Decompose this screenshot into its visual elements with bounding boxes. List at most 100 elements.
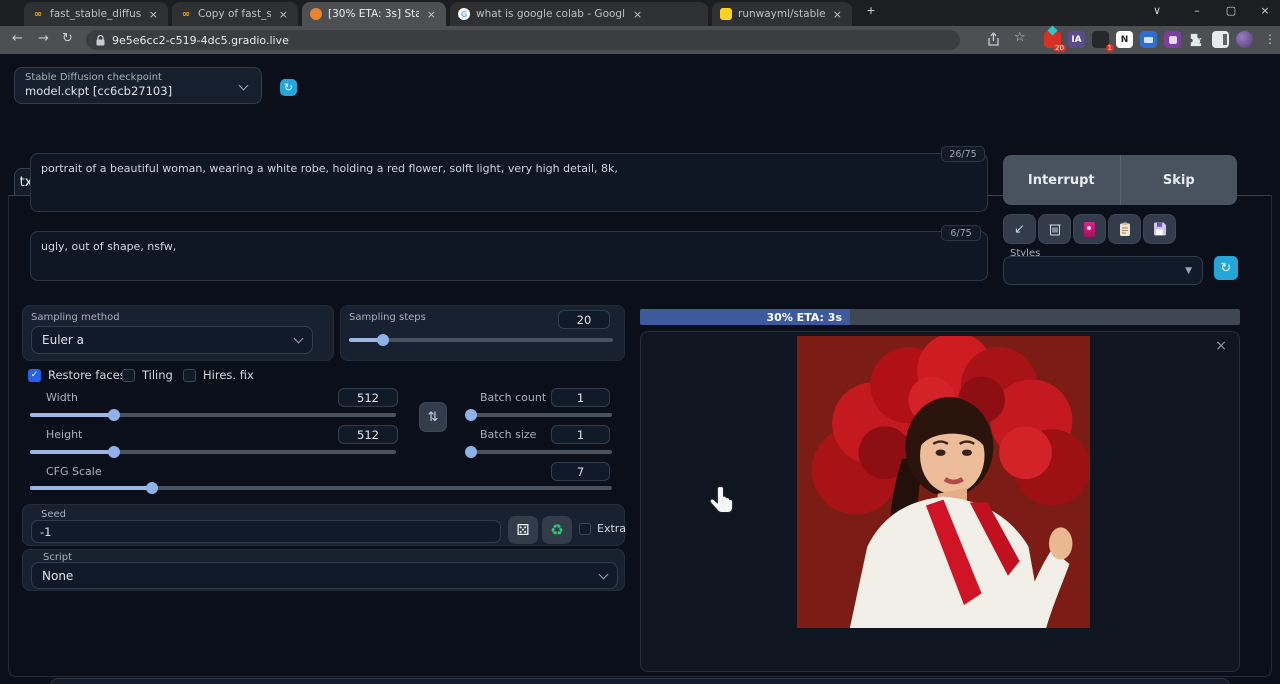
clear-prompt-button[interactable] — [1038, 214, 1071, 244]
cfg-scale-slider[interactable] — [30, 482, 612, 494]
tiling-checkbox[interactable]: Tiling — [122, 368, 173, 382]
generate-actions: Interrupt Skip — [1003, 155, 1237, 205]
seed-input[interactable]: -1 — [31, 520, 501, 543]
hires-fix-checkbox[interactable]: Hires. fix — [183, 368, 254, 382]
swap-dimensions-button[interactable]: ⇅ — [419, 402, 447, 432]
tab-close-icon[interactable]: × — [277, 8, 290, 21]
back-icon[interactable]: ← — [12, 31, 23, 46]
script-dropdown[interactable]: None — [31, 562, 618, 589]
extension-glyph: N — [1120, 34, 1129, 45]
reload-icon[interactable]: ↻ — [62, 31, 73, 46]
sampling-method-label: Sampling method — [31, 312, 120, 323]
generated-image[interactable] — [797, 336, 1090, 628]
window-close-button[interactable]: × — [1256, 4, 1274, 17]
profile-avatar[interactable] — [1236, 31, 1253, 48]
slider-thumb[interactable] — [146, 482, 159, 494]
trash-icon — [1049, 224, 1060, 236]
window-maximize-button[interactable]: ▢ — [1222, 4, 1240, 17]
share-icon[interactable] — [986, 32, 1001, 47]
slider-thumb[interactable] — [465, 446, 477, 458]
extension-badge: 1 — [1105, 44, 1114, 52]
window-minimize-button[interactable]: – — [1188, 4, 1206, 17]
url-text: 9e5e6cc2-c519-4dc5.gradio.live — [112, 33, 289, 47]
slider-thumb[interactable] — [108, 446, 121, 458]
seed-value: -1 — [40, 524, 52, 539]
cfg-scale-value[interactable]: 7 — [551, 462, 610, 481]
apply-styles-button[interactable] — [1108, 214, 1141, 244]
extensions-puzzle-icon[interactable] — [1188, 32, 1203, 47]
extra-networks-button[interactable] — [1073, 214, 1106, 244]
browser-tab[interactable]: G what is google colab - Googl × — [450, 2, 708, 26]
browser-tab[interactable]: runwayml/stable-diffusion-v1 × — [712, 2, 852, 26]
interrupt-label: Interrupt — [1027, 172, 1095, 188]
tab-close-icon[interactable]: × — [425, 8, 438, 21]
browser-tab[interactable]: ∞ Copy of fast_stable_diffusion_ × — [172, 2, 298, 26]
sidebar-extension-icon[interactable] — [1212, 31, 1229, 48]
checkbox-icon[interactable] — [183, 368, 196, 382]
sampling-steps-slider[interactable] — [349, 334, 613, 346]
extension-icon[interactable]: 20 — [1044, 25, 1066, 52]
save-style-button[interactable] — [1143, 214, 1176, 244]
width-value[interactable]: 512 — [338, 388, 398, 407]
slider-thumb[interactable] — [108, 409, 121, 421]
random-seed-button[interactable]: ⚄ — [508, 516, 538, 544]
interrupt-button[interactable]: Interrupt — [1003, 155, 1121, 205]
height-value[interactable]: 512 — [338, 425, 398, 444]
slider-thumb[interactable] — [465, 409, 477, 421]
extension-icon[interactable]: 1 — [1092, 31, 1114, 52]
progress-text: 30% ETA: 3s — [766, 310, 842, 324]
mouse-cursor — [709, 485, 734, 514]
skip-label: Skip — [1162, 172, 1195, 188]
batch-size-value[interactable]: 1 — [551, 425, 610, 444]
extension-glyph: IA — [1071, 34, 1082, 45]
tab-title: fast_stable_diffusion_AUTOMA — [50, 8, 141, 20]
read-params-button[interactable]: ↙ — [1003, 214, 1036, 244]
height-slider[interactable] — [30, 446, 396, 458]
slider-thumb[interactable] — [377, 334, 390, 346]
height-label: Height — [46, 428, 83, 441]
sampling-method-block: Sampling method Euler a — [22, 305, 334, 361]
tab-close-icon[interactable]: × — [147, 8, 160, 21]
prompt-textarea[interactable]: portrait of a beautiful woman, wearing a… — [30, 153, 988, 212]
checkbox-icon[interactable] — [122, 368, 135, 382]
gradio-icon — [310, 8, 322, 20]
styles-dropdown[interactable]: ▼ — [1003, 256, 1203, 285]
batch-size-slider[interactable] — [465, 446, 612, 458]
menu-icon[interactable]: ⋮ — [1264, 32, 1276, 46]
tab-title: Copy of fast_stable_diffusion_ — [198, 8, 271, 20]
tab-close-icon[interactable]: × — [631, 8, 644, 21]
new-tab-button[interactable]: + — [862, 4, 880, 17]
extension-icon[interactable] — [1164, 31, 1181, 48]
refresh-checkpoint-button[interactable]: ↻ — [280, 79, 297, 96]
checkbox-checked-icon[interactable]: ✓ — [28, 368, 41, 382]
restore-faces-checkbox[interactable]: ✓ Restore faces — [28, 368, 126, 382]
forward-icon[interactable]: → — [38, 31, 49, 46]
extension-icon[interactable]: IA — [1068, 31, 1085, 48]
batch-count-value[interactable]: 1 — [551, 388, 610, 407]
sampling-steps-value[interactable]: 20 — [558, 310, 610, 329]
sampling-method-dropdown[interactable]: Euler a — [31, 326, 313, 354]
refresh-styles-button[interactable]: ↻ — [1214, 256, 1238, 280]
refresh-icon: ↻ — [283, 81, 294, 94]
tab-close-icon[interactable]: × — [831, 8, 844, 21]
skip-button[interactable]: Skip — [1121, 155, 1238, 205]
tiling-label: Tiling — [142, 368, 173, 382]
tab-title: what is google colab - Googl — [476, 8, 625, 20]
chevron-down-icon — [293, 333, 304, 344]
checkbox-icon[interactable] — [579, 522, 591, 535]
bookmark-star-icon[interactable]: ☆ — [1014, 30, 1026, 45]
reuse-seed-button[interactable]: ♻ — [542, 516, 572, 544]
browser-toolbar: ← → ↻ 9e5e6cc2-c519-4dc5.gradio.live ☆ 2… — [0, 25, 1280, 54]
tab-search-icon[interactable]: ∨ — [1148, 4, 1166, 17]
notion-extension-icon[interactable]: N — [1116, 31, 1133, 48]
checkpoint-dropdown[interactable]: Stable Diffusion checkpoint model.ckpt [… — [14, 67, 262, 104]
gallery-close-icon[interactable]: × — [1215, 338, 1227, 354]
browser-tab-active[interactable]: [30% ETA: 3s] Stable Diffusion × — [302, 2, 446, 26]
address-bar[interactable]: 9e5e6cc2-c519-4dc5.gradio.live — [86, 30, 960, 50]
browser-tab[interactable]: ∞ fast_stable_diffusion_AUTOMA × — [24, 2, 168, 26]
batch-count-slider[interactable] — [465, 409, 612, 421]
negative-prompt-textarea[interactable]: ugly, out of shape, nsfw, — [30, 231, 988, 281]
extension-icon[interactable] — [1140, 31, 1157, 48]
seed-extra-checkbox[interactable]: Extra — [579, 522, 626, 535]
width-slider[interactable] — [30, 409, 396, 421]
